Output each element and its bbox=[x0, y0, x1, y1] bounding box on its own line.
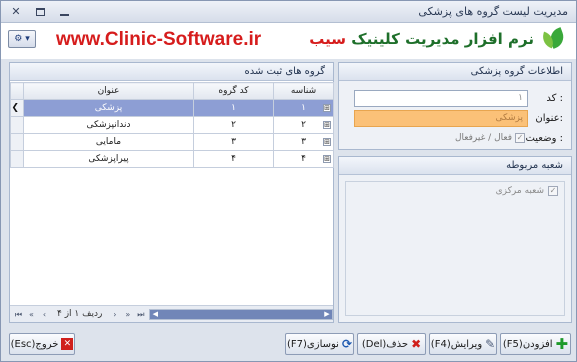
row-code-cell: ۴ bbox=[193, 150, 274, 168]
plus-icon: ✚ bbox=[555, 335, 569, 353]
scroll-right-icon[interactable]: ▶ bbox=[322, 309, 332, 320]
horizontal-scrollbar[interactable]: ◀ ▶ bbox=[149, 308, 333, 320]
record-position: ردیف ۱ از ۴ bbox=[57, 309, 103, 319]
group-info-panel: اطلاعات گروه پزشکی کد : ۱ عنوان: پزشکی و… bbox=[338, 62, 572, 150]
groups-panel-title: گروه های ثبت شده bbox=[10, 63, 333, 81]
prev-page-icon[interactable]: « bbox=[27, 309, 36, 320]
exit-icon: ✕ bbox=[61, 338, 74, 350]
next-page-icon[interactable]: » bbox=[123, 309, 132, 320]
close-button[interactable]: ✕ bbox=[5, 3, 27, 20]
column-header-name[interactable]: عنوان bbox=[23, 82, 194, 100]
groups-panel: گروه های ثبت شده شناسه کد گروه عنوان ⊞ ۱… bbox=[9, 62, 334, 323]
edit-button-label: ویرایش(F4) bbox=[430, 338, 483, 350]
expand-icon[interactable]: ⊞ bbox=[323, 155, 331, 163]
row-name-cell: پیراپزشکی bbox=[23, 150, 194, 168]
minimize-icon bbox=[59, 13, 69, 16]
row-id-cell: ⊞ ۴ bbox=[273, 150, 334, 168]
refresh-button-label: نوسازی(F7) bbox=[286, 338, 339, 350]
add-button-label: افزودن(F5) bbox=[502, 338, 553, 350]
expand-icon[interactable]: ⊞ bbox=[323, 121, 331, 129]
row-name-cell: مامایی bbox=[23, 133, 194, 151]
table-row[interactable]: ⊞ ۳ ۳ مامایی bbox=[10, 133, 334, 151]
close-icon: ✕ bbox=[11, 5, 21, 18]
groups-grid: شناسه کد گروه عنوان ⊞ ۱ ۱ پزشکی ❯ ⊞ ۲ ۲ … bbox=[10, 82, 334, 168]
table-row[interactable]: ⊞ ۴ ۴ پیراپزشکی bbox=[10, 150, 334, 168]
brand-name: نرم افزار مدیریت کلینیک سیب bbox=[309, 30, 534, 48]
branch-item-central[interactable]: ✓ شعبه مرکزی bbox=[496, 186, 558, 196]
current-row-arrow-icon: ❯ bbox=[10, 99, 24, 117]
exit-button-label: خروج(Esc) bbox=[10, 338, 59, 350]
window-title: مدیریت لیست گروه های پزشکی bbox=[418, 5, 568, 18]
table-row[interactable]: ⊞ ۲ ۲ دندانپزشکی bbox=[10, 116, 334, 134]
refresh-button[interactable]: ⟳ نوسازی(F7) bbox=[285, 333, 354, 355]
delete-button-label: حذف(Del) bbox=[361, 338, 409, 350]
status-label: وضعیت : bbox=[525, 133, 563, 144]
brand-accent-text: سیب bbox=[309, 30, 347, 48]
header-banner: ⚙ ▾ www.Clinic-Software.ir نرم افزار مدی… bbox=[1, 23, 576, 59]
refresh-icon: ⟳ bbox=[341, 337, 353, 351]
row-indicator bbox=[10, 116, 24, 134]
row-indicator bbox=[10, 150, 24, 168]
row-code-cell: ۲ bbox=[193, 116, 274, 134]
site-url: www.Clinic-Software.ir bbox=[56, 29, 262, 50]
settings-dropdown[interactable]: ⚙ ▾ bbox=[8, 30, 36, 48]
leaf-logo-icon bbox=[538, 27, 567, 51]
prev-record-icon[interactable]: ‹ bbox=[40, 309, 49, 320]
row-indicator-header bbox=[10, 82, 24, 100]
branch-item-label: شعبه مرکزی bbox=[495, 186, 544, 196]
branch-panel-title: شعبه مربوطه bbox=[339, 157, 571, 175]
scroll-thumb[interactable] bbox=[150, 309, 332, 319]
settings-dropdown-label: ⚙ ▾ bbox=[14, 34, 30, 44]
code-field[interactable]: ۱ bbox=[354, 90, 528, 107]
row-indicator bbox=[10, 133, 24, 151]
expand-icon[interactable]: ⊞ bbox=[323, 138, 331, 146]
brand-main-text: نرم افزار مدیریت کلینیک bbox=[351, 30, 534, 48]
branch-check-icon: ✓ bbox=[548, 186, 558, 196]
delete-icon: ✖ bbox=[411, 337, 422, 351]
edit-button[interactable]: ✎ ویرایش(F4) bbox=[429, 333, 497, 355]
row-code-cell: ۳ bbox=[193, 133, 274, 151]
table-row[interactable]: ⊞ ۱ ۱ پزشکی ❯ bbox=[10, 99, 334, 117]
scroll-left-icon[interactable]: ◀ bbox=[150, 309, 160, 320]
maximize-button[interactable] bbox=[29, 3, 51, 20]
title-bar: مدیریت لیست گروه های پزشکی ✕ bbox=[1, 1, 576, 23]
status-check-text: فعال / غیرفعال bbox=[455, 133, 512, 143]
branch-panel: شعبه مربوطه ✓ شعبه مرکزی bbox=[338, 156, 572, 323]
row-id-cell: ⊞ ۱ bbox=[273, 99, 334, 117]
row-name-cell: پزشکی bbox=[23, 99, 194, 117]
delete-button[interactable]: ✖ حذف(Del) bbox=[357, 333, 426, 355]
branch-list: ✓ شعبه مرکزی bbox=[345, 181, 565, 316]
brand-logo: نرم افزار مدیریت کلینیک سیب bbox=[309, 27, 567, 51]
add-button[interactable]: ✚ افزودن(F5) bbox=[500, 333, 571, 355]
expand-icon[interactable]: ⊞ bbox=[323, 104, 331, 112]
maximize-icon bbox=[35, 7, 45, 16]
last-record-icon[interactable]: ⏭ bbox=[136, 309, 145, 320]
exit-button[interactable]: ✕ خروج(Esc) bbox=[9, 333, 75, 355]
row-id-cell: ⊞ ۲ bbox=[273, 116, 334, 134]
row-code-cell: ۱ bbox=[193, 99, 274, 117]
edit-icon: ✎ bbox=[485, 337, 496, 351]
column-header-code[interactable]: کد گروه bbox=[193, 82, 274, 100]
title-field[interactable]: پزشکی bbox=[354, 110, 528, 127]
row-name-cell: دندانپزشکی bbox=[23, 116, 194, 134]
grid-navigator: ⏮ « ‹ ردیف ۱ از ۴ › » ⏭ ◀ ▶ bbox=[10, 305, 333, 322]
group-info-title: اطلاعات گروه پزشکی bbox=[339, 63, 571, 81]
minimize-button[interactable] bbox=[53, 3, 75, 20]
column-header-id[interactable]: شناسه bbox=[273, 82, 334, 100]
status-checkbox[interactable]: ✓ فعال / غیرفعال bbox=[354, 131, 528, 145]
status-check-icon: ✓ bbox=[515, 133, 525, 143]
app-window: مدیریت لیست گروه های پزشکی ✕ ⚙ ▾ www.Cli… bbox=[0, 0, 577, 362]
first-record-icon[interactable]: ⏮ bbox=[14, 309, 23, 320]
code-label: کد : bbox=[546, 93, 563, 104]
next-record-icon[interactable]: › bbox=[110, 309, 119, 320]
row-id-cell: ⊞ ۳ bbox=[273, 133, 334, 151]
title-label: عنوان: bbox=[535, 113, 563, 124]
